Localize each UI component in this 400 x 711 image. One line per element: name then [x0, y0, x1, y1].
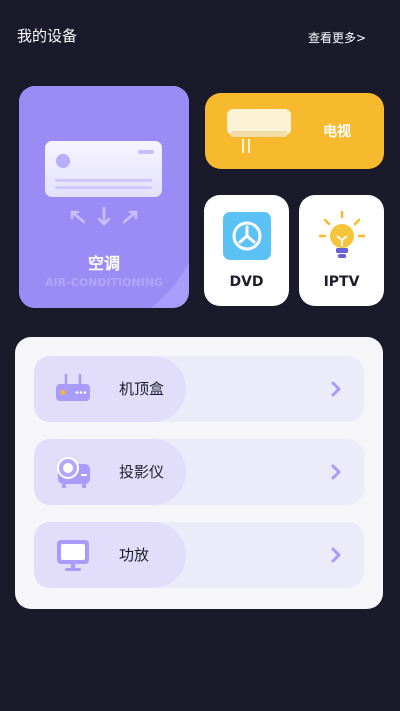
iptv-label: IPTV	[323, 274, 360, 290]
page-title: 我的设备	[17, 27, 78, 45]
projector-icon	[57, 457, 90, 488]
chevron-right-icon	[331, 547, 341, 563]
dvd-icon	[223, 212, 271, 260]
device-label: 功放	[119, 546, 150, 564]
air-conditioner-subtitle: AIR-CONDITIONING	[45, 276, 163, 289]
device-list-panel: 机顶盒 投影仪 功放	[15, 337, 383, 609]
set-top-box-icon	[56, 373, 90, 401]
light-bulb-icon	[319, 210, 365, 258]
air-conditioner-label: 空调	[87, 254, 120, 273]
dvd-card[interactable]: DVD	[204, 195, 289, 306]
device-row-set-top-box[interactable]: 机顶盒	[34, 356, 364, 422]
iptv-card[interactable]: IPTV	[299, 195, 384, 306]
dvd-label: DVD	[229, 274, 264, 290]
amplifier-icon	[57, 540, 89, 571]
device-label: 投影仪	[119, 463, 165, 481]
air-conditioner-card[interactable]: 空调 AIR-CONDITIONING	[19, 86, 189, 308]
decorative-circle	[19, 86, 189, 308]
air-conditioner-icon	[45, 141, 162, 197]
device-row-projector[interactable]: 投影仪	[34, 439, 364, 505]
device-label: 机顶盒	[119, 380, 165, 398]
device-row-amplifier[interactable]: 功放	[34, 522, 364, 588]
airflow-icon	[70, 206, 138, 226]
tv-card[interactable]: 电视	[205, 93, 384, 169]
view-more-link[interactable]: 查看更多>	[308, 29, 366, 46]
chevron-right-icon	[331, 381, 341, 397]
tv-label: 电视	[323, 124, 351, 140]
chevron-right-icon	[331, 464, 341, 480]
tv-icon	[227, 109, 291, 153]
